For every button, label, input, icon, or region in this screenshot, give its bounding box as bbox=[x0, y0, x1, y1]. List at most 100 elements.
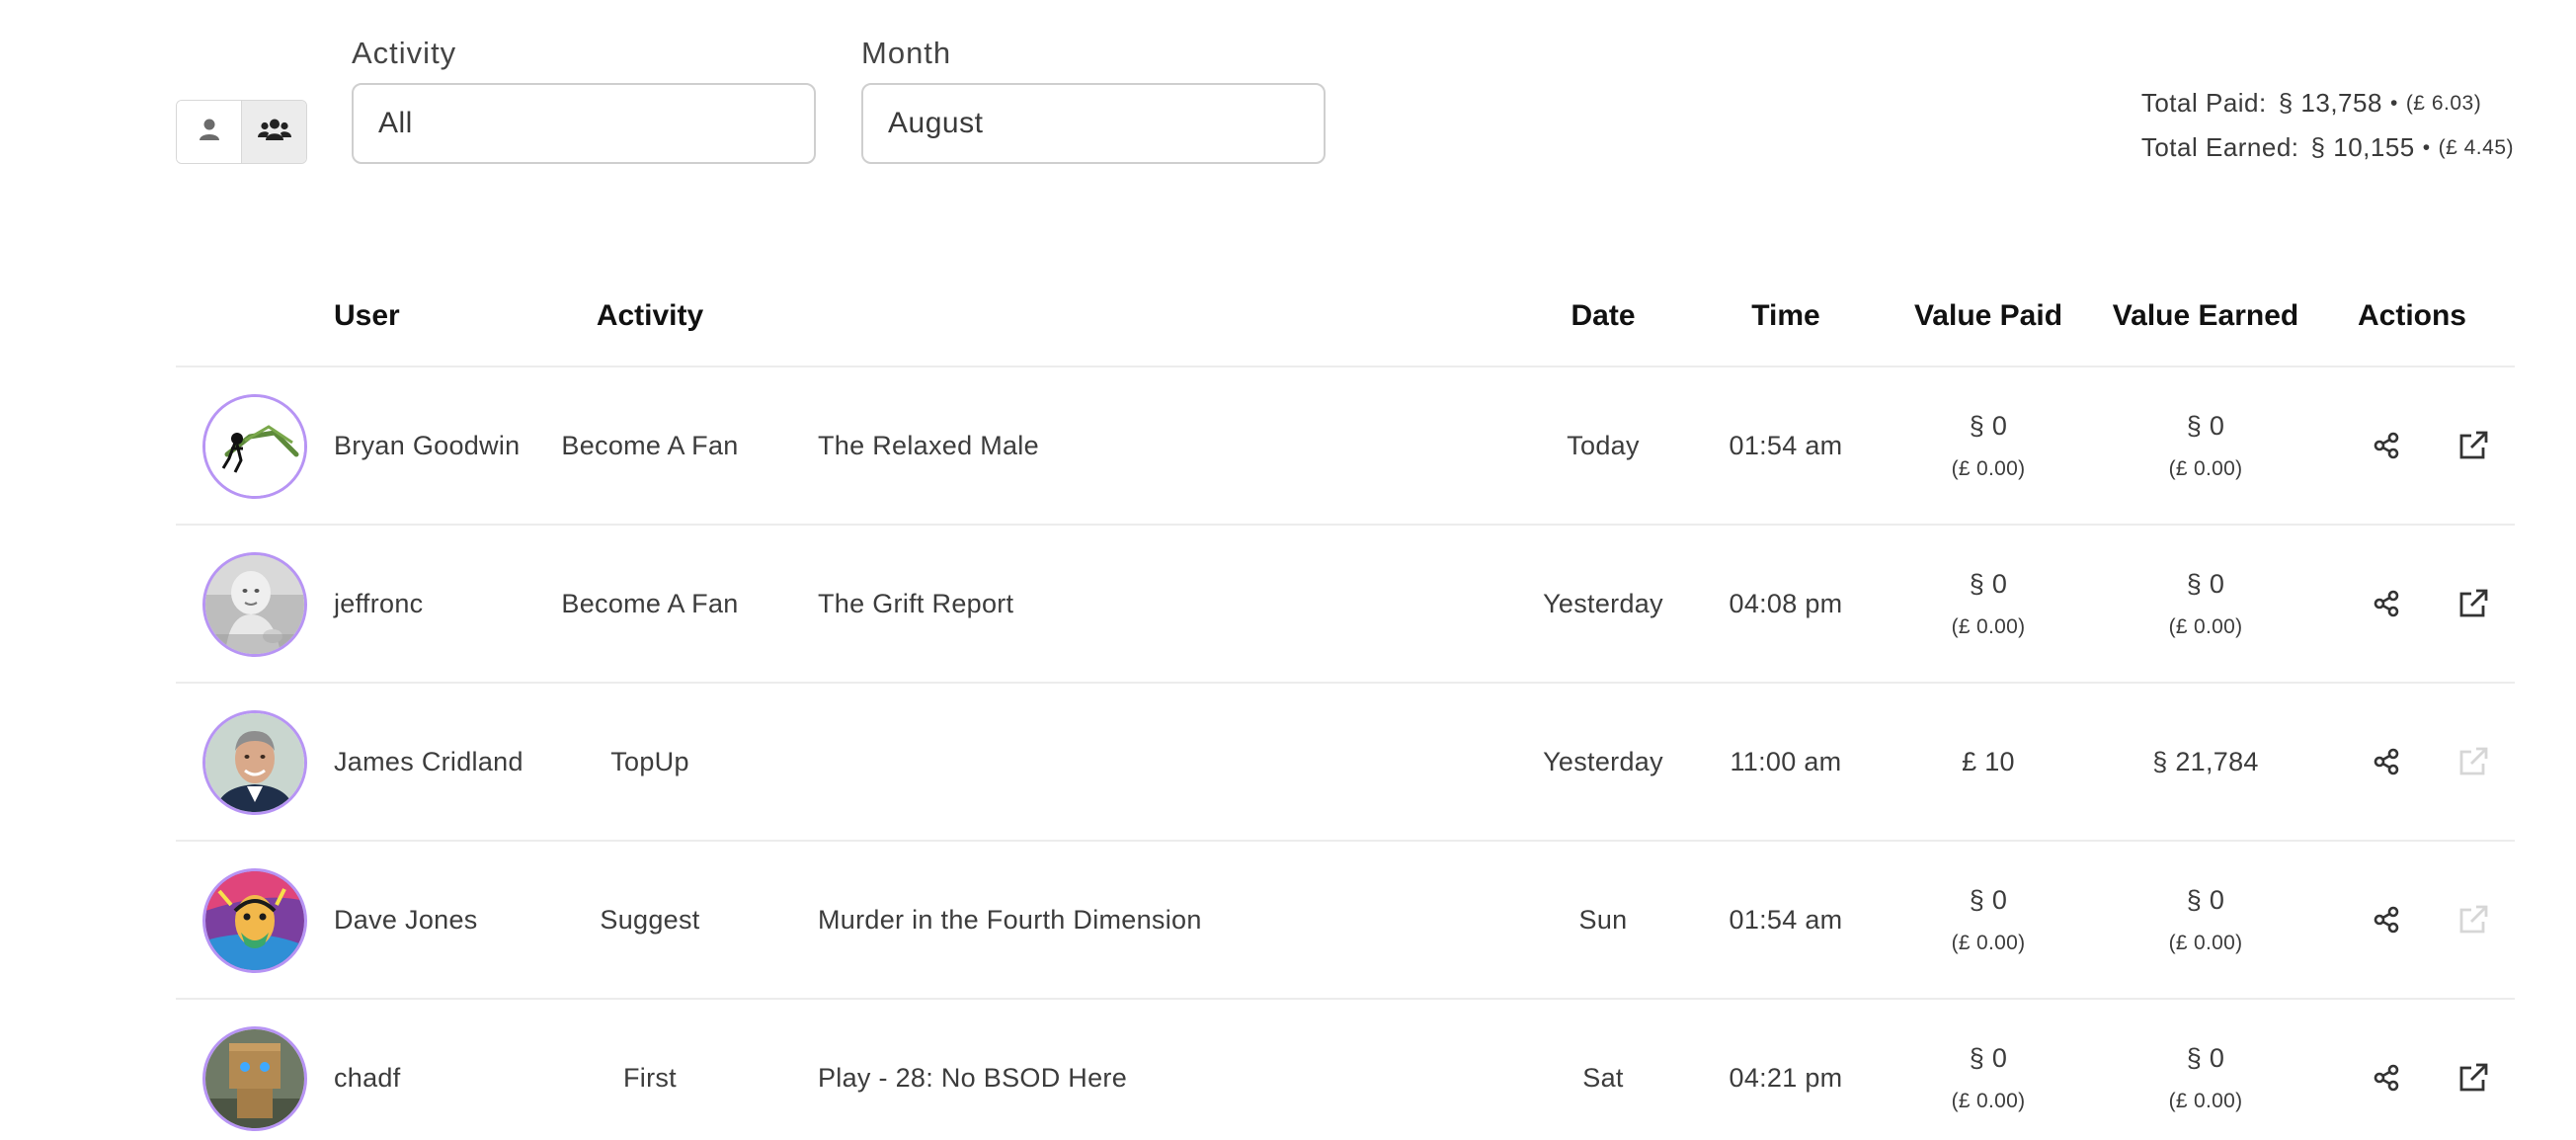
user-avatar[interactable] bbox=[202, 1026, 307, 1131]
share-icon bbox=[2374, 1064, 2399, 1092]
total-earned-row: Total Earned: § 10,155 • (£ 4.45) bbox=[2141, 125, 2514, 170]
value-paid-amount: § 0 bbox=[1969, 885, 2008, 915]
activity-time: 04:21 pm bbox=[1729, 1062, 1843, 1093]
activity-time: 01:54 am bbox=[1729, 904, 1843, 935]
header-date: Date bbox=[1570, 299, 1636, 332]
external-link-icon bbox=[2459, 747, 2488, 775]
activity-date: Sun bbox=[1578, 904, 1628, 935]
table-header: User Activity Date Time Value Paid Value… bbox=[176, 267, 2515, 367]
value-earned-fiat: (£ 0.00) bbox=[2168, 932, 2243, 954]
value-paid: § 0 (£ 0.00) bbox=[1875, 1000, 2102, 1140]
activity-type: Become A Fan bbox=[561, 588, 739, 618]
table-row: Dave Jones Suggest Murder in the Fourth … bbox=[176, 842, 2515, 1000]
share-icon bbox=[2374, 432, 2399, 459]
user-icon bbox=[199, 118, 220, 146]
share-button[interactable] bbox=[2363, 896, 2410, 943]
share-button[interactable] bbox=[2363, 1054, 2410, 1101]
man-portrait-avatar-icon bbox=[205, 713, 304, 812]
view-mode-toggle bbox=[176, 100, 307, 164]
header-activity: Activity bbox=[596, 299, 704, 332]
colorful-art-avatar-icon bbox=[205, 871, 304, 970]
value-paid: § 0 (£ 0.00) bbox=[1875, 842, 2102, 998]
value-earned: § 0 (£ 0.00) bbox=[2102, 526, 2309, 682]
activity-time: 11:00 am bbox=[1730, 746, 1842, 776]
user-name[interactable]: James Cridland bbox=[334, 684, 531, 840]
table-row: chadf First Play - 28: No BSOD Here Sat … bbox=[176, 1000, 2515, 1140]
value-paid-amount: £ 10 bbox=[1962, 746, 2015, 776]
open-external-button[interactable] bbox=[2450, 580, 2497, 627]
value-paid: £ 10 bbox=[1875, 684, 2102, 840]
total-paid-label: Total Paid: bbox=[2140, 88, 2267, 118]
total-earned-label: Total Earned: bbox=[2140, 132, 2299, 162]
value-earned: § 21,784 bbox=[2102, 684, 2309, 840]
activity-page: Activity All Month August Total Paid: § … bbox=[0, 0, 2576, 1140]
mantis-avatar-icon bbox=[205, 397, 304, 496]
user-avatar[interactable] bbox=[202, 552, 307, 657]
value-paid-amount: § 0 bbox=[1969, 569, 2008, 599]
activity-description[interactable]: Play - 28: No BSOD Here bbox=[818, 1000, 1489, 1140]
value-paid-fiat: (£ 0.00) bbox=[1951, 615, 2026, 638]
external-link-icon bbox=[2459, 1063, 2488, 1092]
activity-type: TopUp bbox=[610, 746, 689, 776]
activity-type: Become A Fan bbox=[561, 430, 739, 460]
totals-summary: Total Paid: § 13,758 • (£ 6.03) Total Ea… bbox=[2141, 81, 2514, 170]
total-earned-separator: • bbox=[2422, 135, 2431, 159]
total-earned-fiat: (£ 4.45) bbox=[2438, 135, 2514, 159]
activity-time: 01:54 am bbox=[1729, 430, 1843, 460]
user-name[interactable]: chadf bbox=[334, 1000, 531, 1140]
value-earned-amount: § 0 bbox=[2186, 411, 2225, 441]
share-icon bbox=[2374, 590, 2399, 617]
user-avatar[interactable] bbox=[202, 710, 307, 815]
user-name[interactable]: jeffronc bbox=[334, 526, 531, 682]
month-filter-select[interactable]: August bbox=[861, 83, 1326, 164]
table-row: Bryan Goodwin Become A Fan The Relaxed M… bbox=[176, 367, 2515, 526]
open-external-button[interactable] bbox=[2450, 1054, 2497, 1101]
open-external-button[interactable] bbox=[2450, 422, 2497, 469]
share-button[interactable] bbox=[2363, 738, 2410, 785]
value-earned: § 0 (£ 0.00) bbox=[2102, 842, 2309, 998]
group-view-button[interactable] bbox=[241, 101, 306, 163]
value-earned-amount: § 21,784 bbox=[2152, 746, 2259, 776]
value-earned-amount: § 0 bbox=[2186, 885, 2225, 915]
open-external-button-disabled bbox=[2450, 738, 2497, 785]
activity-filter-label: Activity bbox=[352, 36, 457, 70]
user-avatar[interactable] bbox=[202, 868, 307, 973]
activity-description[interactable]: The Relaxed Male bbox=[818, 367, 1489, 524]
month-filter-label: Month bbox=[861, 36, 952, 70]
single-user-view-button[interactable] bbox=[177, 101, 241, 163]
value-earned-fiat: (£ 0.00) bbox=[2168, 1090, 2243, 1112]
value-earned-amount: § 0 bbox=[2186, 569, 2225, 599]
activity-filter-value: All bbox=[378, 107, 413, 139]
month-filter-value: August bbox=[888, 107, 984, 139]
value-earned-fiat: (£ 0.00) bbox=[2168, 457, 2243, 480]
activity-description[interactable]: The Grift Report bbox=[818, 526, 1489, 682]
activity-description[interactable]: Murder in the Fourth Dimension bbox=[818, 842, 1489, 998]
user-name[interactable]: Bryan Goodwin bbox=[334, 367, 531, 524]
value-earned-fiat: (£ 0.00) bbox=[2168, 615, 2243, 638]
user-avatar[interactable] bbox=[202, 394, 307, 499]
share-button[interactable] bbox=[2363, 580, 2410, 627]
share-icon bbox=[2374, 906, 2399, 934]
header-user: User bbox=[334, 299, 400, 332]
activity-date: Today bbox=[1567, 430, 1640, 460]
total-paid-row: Total Paid: § 13,758 • (£ 6.03) bbox=[2141, 81, 2514, 125]
external-link-icon bbox=[2459, 431, 2488, 459]
user-name[interactable]: Dave Jones bbox=[334, 842, 531, 998]
external-link-icon bbox=[2459, 589, 2488, 617]
total-earned-value: § 10,155 bbox=[2310, 132, 2415, 162]
activity-description bbox=[818, 684, 1489, 840]
value-paid-fiat: (£ 0.00) bbox=[1951, 1090, 2026, 1112]
total-paid-fiat: (£ 6.03) bbox=[2405, 91, 2482, 115]
open-external-button-disabled bbox=[2450, 896, 2497, 943]
value-earned: § 0 (£ 0.00) bbox=[2102, 1000, 2309, 1140]
share-button[interactable] bbox=[2363, 422, 2410, 469]
header-actions: Actions bbox=[2357, 299, 2466, 332]
share-icon bbox=[2374, 748, 2399, 775]
value-paid: § 0 (£ 0.00) bbox=[1875, 367, 2102, 524]
value-earned-amount: § 0 bbox=[2186, 1043, 2225, 1073]
activity-filter-select[interactable]: All bbox=[352, 83, 816, 164]
value-paid: § 0 (£ 0.00) bbox=[1875, 526, 2102, 682]
header-value-paid: Value Paid bbox=[1913, 299, 2063, 332]
robot-box-avatar-icon bbox=[205, 1029, 304, 1128]
header-value-earned: Value Earned bbox=[2112, 299, 2299, 332]
